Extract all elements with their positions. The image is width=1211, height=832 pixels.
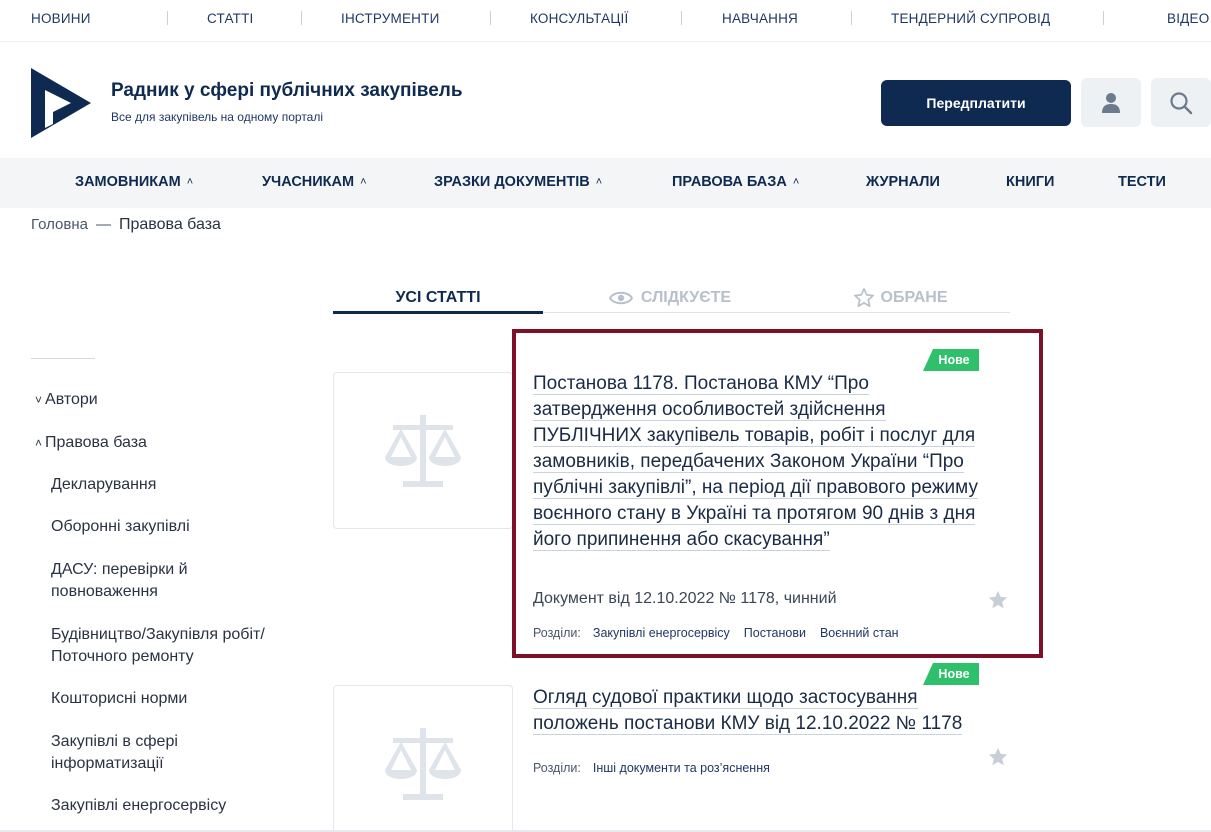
chevron-up-icon: ˄	[595, 176, 603, 188]
logo-icon[interactable]	[31, 68, 91, 138]
sidebar-group-legal-base[interactable]: ˄ Правова база	[35, 432, 147, 454]
user-icon	[1102, 92, 1120, 113]
eye-icon	[608, 291, 633, 305]
topnav-consultations[interactable]: КОНСУЛЬТАЦІЇ	[530, 11, 628, 26]
search-icon	[1170, 91, 1193, 114]
sidebar-group-authors-label: Автори	[45, 391, 98, 408]
topnav-articles[interactable]: СТАТТІ	[207, 11, 254, 26]
favorite-star-icon[interactable]	[987, 746, 1009, 768]
topnav-separator	[1103, 11, 1104, 25]
breadcrumb-separator: —	[96, 216, 111, 233]
nav-journals[interactable]: ЖУРНАЛИ	[866, 174, 940, 190]
topnav-training[interactable]: НАВЧАННЯ	[722, 11, 798, 26]
sidebar-item-energy-service[interactable]: Закупівлі енергосервісу	[51, 795, 226, 817]
site-title[interactable]: Радник у сфері публічних закупівель	[111, 80, 463, 102]
search-button[interactable]	[1151, 78, 1211, 127]
selection-highlight	[512, 329, 1043, 658]
tab-favorites[interactable]: ОБРАНЕ	[820, 282, 980, 314]
tab-watching-label: СЛІДКУЄТЕ	[640, 289, 732, 306]
tab-favorites-label: ОБРАНЕ	[880, 289, 948, 306]
breadcrumb-current: Правова база	[119, 216, 221, 233]
sidebar-item-construction[interactable]: Будівництво/Закупівля робіт/ Поточного р…	[51, 624, 311, 668]
article-title[interactable]: Огляд судової практики щодо застосування…	[533, 685, 983, 737]
account-button[interactable]	[1081, 78, 1141, 127]
topnav-separator	[490, 11, 491, 25]
nav-legal-base-label: ПРАВОВА БАЗА	[672, 174, 787, 190]
nav-tests[interactable]: ТЕСТИ	[1118, 174, 1166, 190]
main-nav: ЗАМОВНИКАМ ˄ УЧАСНИКАМ ˄ ЗРАЗКИ ДОКУМЕНТІВ…	[0, 158, 1211, 208]
chevron-up-icon: ˄	[360, 176, 367, 188]
chevron-down-icon: ˅	[35, 393, 43, 407]
topnav-separator	[681, 11, 682, 25]
sidebar-divider	[31, 358, 95, 359]
sidebar-group-authors[interactable]: ˅ Автори	[35, 389, 98, 411]
sidebar-item-declaration[interactable]: Декларування	[51, 474, 156, 496]
chevron-up-icon: ˄	[792, 176, 800, 188]
site-tagline: Все для закупівель на одному порталі	[111, 110, 324, 124]
subscribe-button[interactable]: Передплатити	[881, 80, 1071, 126]
sidebar-item-defense-procurement[interactable]: Оборонні закупівлі	[51, 516, 190, 538]
nav-participants-label: УЧАСНИКАМ	[262, 174, 355, 190]
section-link[interactable]: Інші документи та роз’яснення	[593, 761, 770, 775]
nav-legal-base[interactable]: ПРАВОВА БАЗА ˄	[672, 174, 799, 190]
topnav-separator	[851, 11, 852, 25]
breadcrumb: Головна — Правова база	[31, 216, 221, 234]
sidebar-item-informatization[interactable]: Закупівлі в сфері інформатизації	[51, 731, 251, 775]
scales-icon	[385, 414, 461, 487]
sidebar-item-cost-norms[interactable]: Кошторисні норми	[51, 688, 187, 710]
nav-document-samples[interactable]: ЗРАЗКИ ДОКУМЕНТІВ ˄	[434, 174, 602, 190]
article-sections: Розділи: Інші документи та роз’яснення	[533, 761, 784, 775]
topnav-video[interactable]: ВІДЕО	[1167, 11, 1209, 26]
star-outline-icon	[853, 288, 874, 308]
top-nav: НОВИНИ СТАТТІ ІНСТРУМЕНТИ КОНСУЛЬТАЦІЇ Н…	[0, 0, 1211, 42]
nav-customers[interactable]: ЗАМОВНИКАМ ˄	[75, 174, 193, 190]
article-thumbnail[interactable]	[333, 685, 513, 832]
sidebar-item-dasu[interactable]: ДАСУ: перевірки й повноваження	[51, 559, 251, 603]
nav-document-samples-label: ЗРАЗКИ ДОКУМЕНТІВ	[434, 174, 590, 190]
nav-customers-label: ЗАМОВНИКАМ	[75, 174, 181, 190]
article-title-text: Огляд судової практики щодо застосування…	[533, 687, 963, 735]
breadcrumb-home[interactable]: Головна	[31, 216, 88, 233]
sections-label: Розділи:	[533, 761, 581, 775]
topnav-news[interactable]: НОВИНИ	[31, 11, 91, 26]
sidebar-group-legal-base-label: Правова база	[45, 434, 147, 451]
article-thumbnail[interactable]	[333, 372, 513, 529]
nav-books[interactable]: КНИГИ	[1006, 174, 1054, 190]
topnav-tools[interactable]: ІНСТРУМЕНТИ	[341, 11, 439, 26]
topnav-tender-support[interactable]: ТЕНДЕРНИЙ СУПРОВІД	[891, 11, 1050, 26]
scales-icon	[385, 727, 461, 800]
nav-participants[interactable]: УЧАСНИКАМ ˄	[262, 174, 367, 190]
new-badge: Нове	[923, 663, 979, 685]
topnav-separator	[167, 11, 168, 25]
chevron-up-icon: ˄	[35, 436, 43, 450]
tab-watching[interactable]: СЛІДКУЄТЕ	[580, 282, 760, 314]
tab-all-articles[interactable]: УСІ СТАТТІ	[333, 282, 543, 314]
topnav-separator	[301, 11, 302, 25]
active-tab-indicator	[333, 311, 543, 314]
chevron-up-icon: ˄	[186, 176, 194, 188]
